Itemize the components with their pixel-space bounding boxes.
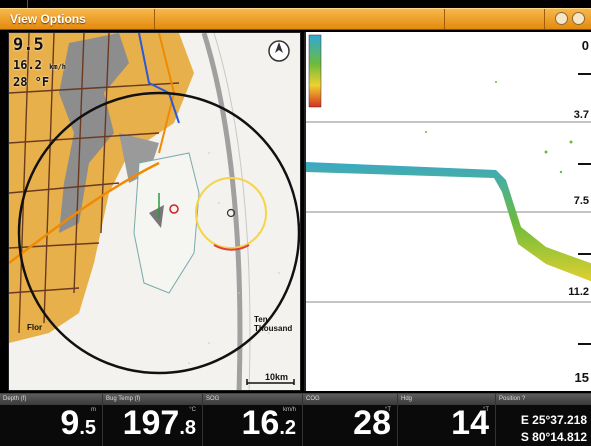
data-cell-heading[interactable]: Hdg °T 14 [398,394,496,446]
data-cell-value: 9.5 [60,406,96,445]
data-cell-header: Position ? [496,394,591,405]
data-cell-value: 14 [451,406,489,445]
data-cell-sog[interactable]: SOG km/h 16.2 [203,394,303,446]
value-main: 16 [241,404,280,442]
data-cell-value: 197.8 [123,406,196,445]
data-bar: Depth (f) m 9.5 Bug Temp (f) °C 197.8 SO… [0,393,591,446]
top-menu-bar: View Options [0,8,591,30]
sonar-depth-label-4: 15 [574,370,589,385]
value-main: 9 [60,404,80,442]
map-speed-readout: 16.2 km/h [13,58,66,72]
data-cell-depth[interactable]: Depth (f) m 9.5 [0,394,103,446]
value-small: .2 [279,417,296,439]
sonar-depth-label-0: 0 [581,38,589,53]
position-latitude: E 25°37.218 [520,413,587,427]
menu-segment-2[interactable] [155,9,445,29]
chart-map-graphic [9,33,300,390]
place-label-ten-thousand: Ten Thousand [254,315,293,333]
map-speed-unit: km/h [49,63,66,71]
map-depth-readout: 9.5 [13,35,44,55]
help-icon[interactable] [572,12,585,25]
menu-segment-3[interactable] [445,9,545,29]
sonar-depth-label-1: 3.7 [573,109,589,121]
place-label-florida: Flor [27,323,43,332]
map-temp-readout: 28 °F [13,75,50,89]
value-main: 14 [451,404,489,442]
sonar-depth-label-3: 11.2 [568,286,589,298]
value-small: .5 [79,417,96,439]
map-scale-label: 10km [264,372,288,382]
sonar-graphic [306,34,591,345]
data-cell-position[interactable]: Position ? E 25°37.218 S 80°14.812 [496,394,591,446]
sonar-depth-label-2: 7.5 [573,195,589,207]
sonar-pane[interactable]: 0 3.7 7.5 11.2 15 [304,32,591,391]
data-cell-cog[interactable]: COG °T 28 [303,394,398,446]
data-cell-value: 16.2 [241,406,296,445]
view-options-label[interactable]: View Options [10,12,86,26]
value-main: 28 [353,404,391,442]
tools-icon[interactable] [555,12,568,25]
position-longitude: S 80°14.812 [520,430,587,444]
chart-map-pane[interactable]: 9.5 16.2 km/h 28 °F Flor Ten Thousand 10… [8,32,301,391]
data-cell-value: 28 [353,406,391,445]
data-cell-temp[interactable]: Bug Temp (f) °C 197.8 [103,394,203,446]
data-cell-header: Depth (f) [0,394,102,405]
map-speed-value: 16.2 [13,58,42,72]
value-main: 197 [122,404,180,442]
value-small: .8 [179,417,196,439]
